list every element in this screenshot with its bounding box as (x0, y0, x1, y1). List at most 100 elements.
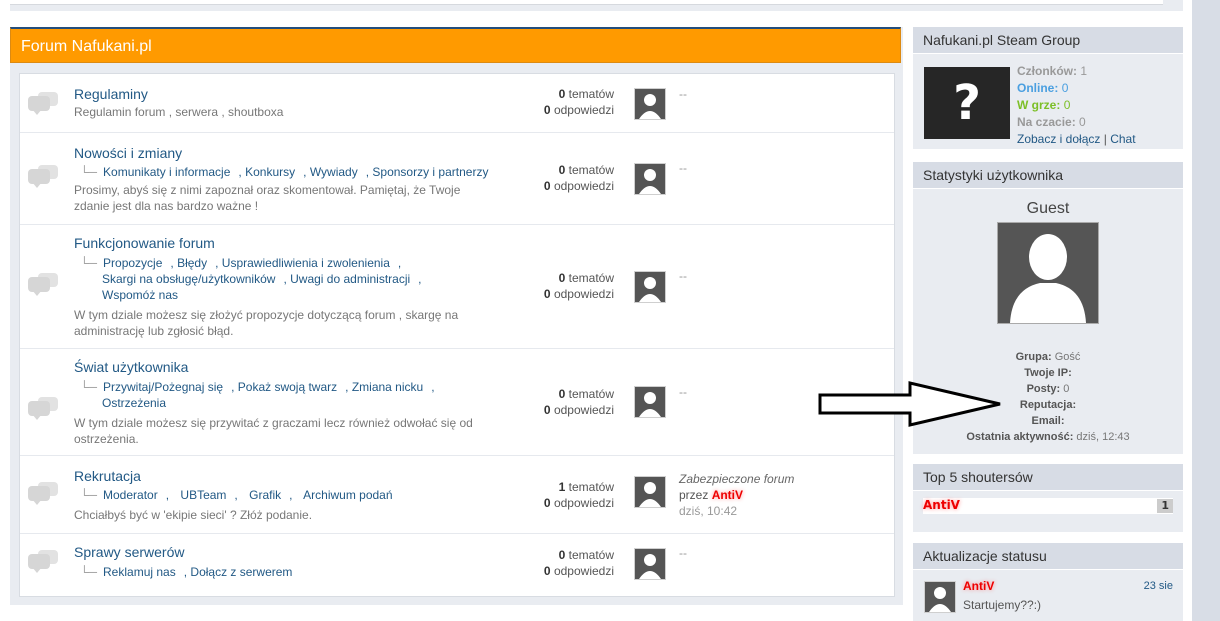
forum-read-icon (28, 165, 58, 189)
subforum-list: └─ Propozycje, Błędy, Usprawiedliwienia i… (80, 256, 422, 302)
chat-count: 0 (1079, 115, 1086, 129)
subforum-link[interactable]: Uwagi do administracji (290, 272, 410, 286)
status-updates-title: Aktualizacje statusu (913, 543, 1183, 570)
subforum-link[interactable]: Moderator (103, 488, 158, 502)
last-post-avatar[interactable] (634, 88, 666, 120)
topics-count: 0 (558, 548, 566, 562)
status-date: 23 sie (1143, 580, 1173, 592)
replies-count: 0 (543, 287, 551, 301)
subforum-link[interactable]: Ostrzeżenia (102, 396, 166, 410)
forum-title-link[interactable]: Funkcjonowanie forum (74, 235, 215, 251)
last-post-info: Zabezpieczone forum przez AntiV dziś, 10… (679, 471, 794, 519)
steam-group-avatar[interactable]: ? (924, 67, 1010, 139)
user-avatar (997, 222, 1099, 324)
forum-description: W tym dziale możesz się złożyć propozycj… (74, 307, 458, 339)
subforum-link[interactable]: Propozycje (103, 256, 162, 270)
forum-title-link[interactable]: Regulaminy (74, 86, 148, 102)
forum-description: Regulamin forum , serwera , shoutboxa (74, 105, 284, 119)
replies-count: 0 (543, 564, 551, 578)
subforum-link[interactable]: Wspomóż nas (102, 288, 178, 302)
forum-read-icon (28, 482, 58, 506)
last-post-avatar[interactable] (634, 548, 666, 580)
forum-row-rekrutacja: Rekrutacja └─ Moderator, UBTeam, Grafik, … (20, 456, 894, 534)
topics-label: tematów (568, 87, 614, 101)
top-shouters-panel: Top 5 shoutersów AntiV 1 (913, 464, 1183, 532)
forum-category-title[interactable]: Forum Nafukani.pl (10, 27, 901, 63)
topics-count: 0 (558, 87, 566, 101)
subforum-link[interactable]: Skargi na obsługę/użytkowników (102, 272, 275, 286)
status-user-avatar[interactable] (924, 581, 956, 613)
top-shouters-title: Top 5 shoutersów (913, 464, 1183, 491)
forum-read-icon (28, 273, 58, 297)
subforum-link[interactable]: Komunikaty i informacje (103, 165, 230, 179)
status-user-link[interactable]: AntiV (963, 579, 994, 593)
forum-title-link[interactable]: Świat użytkownika (74, 359, 188, 375)
replies-label: odpowiedzi (553, 103, 614, 117)
forum-title-link[interactable]: Sprawy serwerów (74, 544, 184, 560)
reputation-label: Reputacja: (1019, 399, 1077, 411)
subforum-link[interactable]: Zmiana nicku (352, 380, 423, 394)
subforum-link[interactable]: Pokaż swoją twarz (238, 380, 337, 394)
forum-title-link[interactable]: Rekrutacja (74, 468, 141, 484)
forum-description-line: Prosimy, abyś się z nimi zapoznał oraz s… (74, 183, 461, 197)
shouter-row: AntiV 1 (923, 498, 1173, 514)
last-post-avatar[interactable] (634, 386, 666, 418)
forum-row-swiat: Świat użytkownika └─ Przywitaj/Pożegnaj s… (20, 349, 894, 456)
online-count: 0 (1061, 81, 1069, 95)
subforum-link[interactable]: Reklamuj nas (103, 565, 176, 579)
forum-list: Regulaminy Regulamin forum , serwera , s… (19, 73, 895, 597)
subforum-link[interactable]: Usprawiedliwienia i zwolenienia (222, 256, 390, 270)
chat-label: Na czacie: (1017, 115, 1076, 129)
replies-label: odpowiedzi (553, 287, 614, 301)
subforum-link[interactable]: UBTeam (180, 488, 226, 502)
page-gutter (1183, 0, 1192, 621)
scrollbar-track[interactable] (1192, 0, 1220, 621)
last-post-empty: -- (679, 161, 687, 175)
forum-row-nowosci: Nowości i zmiany └─ Komunikaty i informac… (20, 133, 894, 225)
last-post-time: dziś, 10:42 (679, 504, 738, 518)
shout-count-badge: 1 (1157, 499, 1173, 513)
subforum-link[interactable]: Błędy (177, 256, 207, 270)
forum-stats: 0 tematów 0 odpowiedzi (500, 547, 614, 579)
join-group-link[interactable]: Zobacz i dołącz (1017, 132, 1100, 146)
shouter-user-link[interactable]: AntiV (923, 498, 960, 512)
last-post-topic-link[interactable]: Zabezpieczone forum (679, 472, 794, 486)
last-post-by-label: przez (679, 488, 709, 502)
forum-row-sprawy: Sprawy serwerów └─ Reklamuj nas, Dołącz z… (20, 534, 894, 596)
subforum-link[interactable]: Wywiady (310, 165, 358, 179)
forum-title-link[interactable]: Nowości i zmiany (74, 145, 182, 161)
last-post-avatar[interactable] (634, 163, 666, 195)
last-post-avatar[interactable] (634, 271, 666, 303)
forum-description-line: zdanie jest dla nas bardzo ważne ! (74, 199, 259, 213)
forum-row-regulaminy: Regulaminy Regulamin forum , serwera , s… (20, 74, 894, 133)
forum-category: Forum Nafukani.pl Regulaminy Regulamin f… (10, 27, 903, 605)
last-post-avatar[interactable] (634, 476, 666, 508)
group-label: Grupa: (1015, 351, 1052, 363)
last-post-user-link[interactable]: AntiV (712, 488, 743, 502)
topics-label: tematów (568, 480, 614, 494)
online-label: Online: (1017, 81, 1059, 95)
subforum-link[interactable]: Sponsorzy i partnerzy (372, 165, 488, 179)
forum-read-icon (28, 92, 58, 116)
ingame-label: W grze: (1017, 98, 1061, 112)
forum-row-funkcjonowanie: Funkcjonowanie forum └─ Propozycje, Błędy… (20, 225, 894, 349)
subforum-link[interactable]: Konkursy (245, 165, 295, 179)
forum-stats: 1 tematów 0 odpowiedzi (500, 479, 614, 511)
forum-description: Prosimy, abyś się z nimi zapoznał oraz s… (74, 182, 460, 214)
topics-count: 0 (558, 271, 566, 285)
user-stats-title: Statystyki użytkownika (913, 162, 1183, 189)
group-chat-link[interactable]: Chat (1110, 132, 1135, 146)
last-post-empty: -- (679, 269, 687, 283)
subforum-link[interactable]: Grafik (249, 488, 281, 502)
subforum-link[interactable]: Dołącz z serwerem (190, 565, 292, 579)
status-updates-panel: Aktualizacje statusu AntiV 23 sie Startu… (913, 543, 1183, 621)
subforum-link[interactable]: Archiwum podań (303, 488, 392, 502)
topics-count: 0 (558, 387, 566, 401)
status-text: Startujemy??:) (963, 598, 1042, 612)
link-separator: | (1103, 132, 1107, 146)
subforum-list: └─ Komunikaty i informacje, Konkursy, Wyw… (80, 165, 489, 179)
forum-description: Chciałbyś być w 'ekipie sieci' ? Złóż po… (74, 508, 313, 522)
email-label: Email: (1031, 415, 1065, 427)
replies-count: 0 (543, 179, 551, 193)
subforum-link[interactable]: Przywitaj/Pożegnaj się (103, 380, 223, 394)
